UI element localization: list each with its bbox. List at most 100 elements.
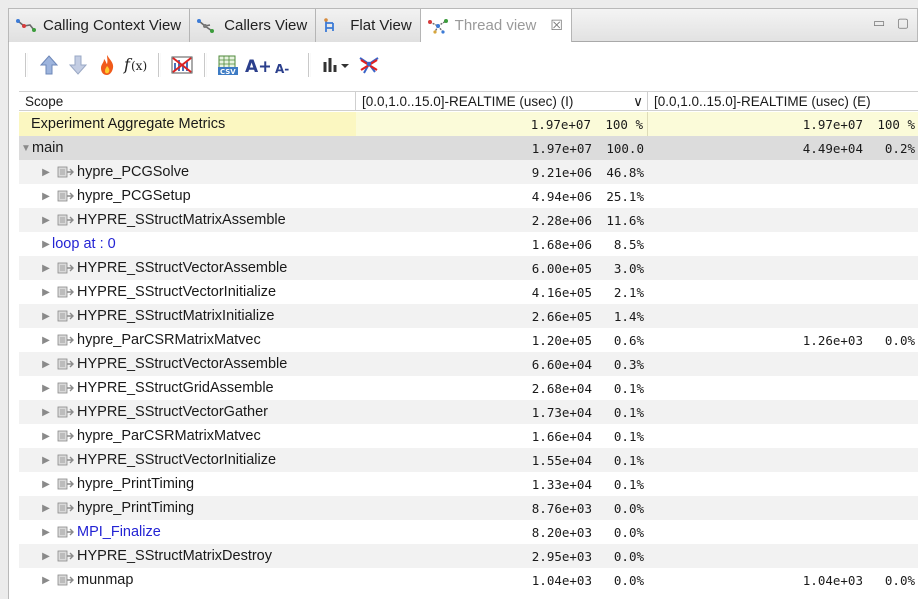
call-site-icon[interactable] bbox=[57, 573, 75, 587]
collapsed-triangle-icon[interactable]: ▶ bbox=[41, 215, 51, 226]
column-header-inclusive[interactable]: [0.0,1.0..15.0]-REALTIME (usec) (I) ∨ bbox=[356, 92, 648, 110]
inclusive-metric-cell: 1.97e+07 100.0 bbox=[356, 136, 648, 160]
toolbar-separator bbox=[158, 53, 161, 77]
table-row[interactable]: ▶ loop at : 0 1.68e+06 8.5% bbox=[19, 232, 918, 256]
call-site-icon[interactable] bbox=[57, 405, 75, 419]
font-decrease-icon[interactable]: A- bbox=[273, 52, 299, 78]
table-row[interactable]: ▶ HYPRE_SStructVectorGather 1.73e+04 0.1% bbox=[19, 400, 918, 424]
csv-export-icon[interactable]: CSV bbox=[215, 52, 241, 78]
tab-calling-context-view[interactable]: Calling Context View bbox=[9, 9, 191, 42]
table-row[interactable]: ▶ HYPRE_SStructMatrixDestroy 2.95e+03 0.0% bbox=[19, 544, 918, 568]
zoom-out-down-arrow-icon[interactable] bbox=[65, 52, 91, 78]
metric-percent: 2.1% bbox=[613, 284, 644, 300]
call-site-icon[interactable] bbox=[57, 213, 75, 227]
scope-label[interactable]: loop at : 0 bbox=[52, 236, 116, 252]
column-header-scope[interactable]: Scope bbox=[19, 92, 356, 110]
table-row[interactable]: ▶ hypre_PCGSolve 9.21e+06 46.8% bbox=[19, 160, 918, 184]
collapsed-triangle-icon[interactable]: ▶ bbox=[41, 239, 51, 250]
collapsed-triangle-icon[interactable]: ▶ bbox=[41, 191, 51, 202]
call-site-icon[interactable] bbox=[57, 477, 75, 491]
call-site-icon[interactable] bbox=[57, 549, 75, 563]
scope-label: HYPRE_SStructGridAssemble bbox=[77, 380, 274, 396]
toolbar: f (x) CSV A+ A- bbox=[9, 42, 918, 88]
hot-path-flame-icon[interactable] bbox=[94, 52, 120, 78]
exclusive-metric-cell bbox=[648, 280, 918, 304]
call-site-icon[interactable] bbox=[57, 309, 75, 323]
tab-flat-view[interactable]: Flat View bbox=[316, 9, 421, 42]
collapsed-triangle-icon[interactable]: ▶ bbox=[41, 263, 51, 274]
collapsed-triangle-icon[interactable]: ▶ bbox=[41, 455, 51, 466]
table-row[interactable]: ▶ hypre_PrintTiming 1.33e+04 0.1% bbox=[19, 472, 918, 496]
table-row[interactable]: ▶ HYPRE_SStructGridAssemble 2.68e+04 0.1% bbox=[19, 376, 918, 400]
table-row[interactable]: ▶ HYPRE_SStructVectorAssemble 6.00e+05 3.0% bbox=[19, 256, 918, 280]
tab-thread-view[interactable]: Thread view ☒ bbox=[420, 9, 572, 42]
aggregate-metrics-row[interactable]: Experiment Aggregate Metrics 1.97e+07 100 … bbox=[19, 112, 918, 136]
metric-value: 1.04e+03 bbox=[531, 572, 592, 588]
call-site-icon[interactable] bbox=[57, 285, 75, 299]
call-site-icon[interactable] bbox=[57, 501, 75, 515]
metric-percent: 3.0% bbox=[613, 260, 644, 276]
table-row[interactable]: ▶ hypre_ParCSRMatrixMatvec 1.20e+05 0.6% 1.2… bbox=[19, 328, 918, 352]
collapsed-triangle-icon[interactable]: ▶ bbox=[41, 503, 51, 514]
zoom-in-up-arrow-icon[interactable] bbox=[36, 52, 62, 78]
calling-context-icon bbox=[16, 18, 36, 32]
derived-metric-fx-icon[interactable]: f (x) bbox=[123, 52, 149, 78]
call-site-icon[interactable] bbox=[57, 357, 75, 371]
scope-tree-table: Experiment Aggregate Metrics 1.97e+07 100 … bbox=[19, 112, 918, 592]
call-site-icon[interactable] bbox=[57, 165, 75, 179]
table-row[interactable]: ▶ hypre_PCGSetup 4.94e+06 25.1% bbox=[19, 184, 918, 208]
minimize-maximize-icon[interactable]: ▭ ▢ bbox=[873, 15, 913, 31]
collapsed-triangle-icon[interactable]: ▶ bbox=[41, 431, 51, 442]
scope-label[interactable]: MPI_Finalize bbox=[77, 524, 161, 540]
collapsed-triangle-icon[interactable]: ▶ bbox=[41, 575, 51, 586]
metric-value: 2.66e+05 bbox=[531, 308, 592, 324]
table-row[interactable]: ▶ hypre_ParCSRMatrixMatvec 1.66e+04 0.1% bbox=[19, 424, 918, 448]
metric-percent: 1.4% bbox=[613, 308, 644, 324]
collapsed-triangle-icon[interactable]: ▶ bbox=[41, 527, 51, 538]
collapsed-triangle-icon[interactable]: ▶ bbox=[41, 551, 51, 562]
scope-label: hypre_ParCSRMatrixMatvec bbox=[77, 332, 261, 348]
collapsed-triangle-icon[interactable]: ▶ bbox=[41, 479, 51, 490]
call-site-icon[interactable] bbox=[57, 453, 75, 467]
table-row[interactable]: ▶ HYPRE_SStructVectorInitialize 1.55e+04 0.… bbox=[19, 448, 918, 472]
column-header-label: Scope bbox=[25, 94, 64, 109]
filter-metrics-icon[interactable] bbox=[169, 52, 195, 78]
close-tab-icon[interactable]: ☒ bbox=[550, 17, 563, 34]
metric-percent: 100.0 bbox=[606, 140, 644, 156]
collapsed-triangle-icon[interactable]: ▶ bbox=[41, 383, 51, 394]
call-site-icon[interactable] bbox=[57, 381, 75, 395]
table-row[interactable]: ▶ HYPRE_SStructVectorInitialize 4.16e+05 2.… bbox=[19, 280, 918, 304]
table-row[interactable]: ▶ hypre_PrintTiming 8.76e+03 0.0% bbox=[19, 496, 918, 520]
collapsed-triangle-icon[interactable]: ▶ bbox=[41, 407, 51, 418]
scope-cell: ▶ HYPRE_SStructMatrixInitialize bbox=[19, 304, 356, 328]
collapsed-triangle-icon[interactable]: ▶ bbox=[41, 335, 51, 346]
table-row[interactable]: ▶ munmap 1.04e+03 0.0% 1.04e+03 0.0% bbox=[19, 568, 918, 592]
scope-cell: ▶ hypre_PrintTiming bbox=[19, 496, 356, 520]
expanded-triangle-icon[interactable]: ▼ bbox=[21, 143, 31, 154]
scope-label: Experiment Aggregate Metrics bbox=[31, 116, 226, 132]
metric-value: 6.60e+04 bbox=[531, 356, 592, 372]
thread-select-icon[interactable] bbox=[356, 52, 382, 78]
table-row[interactable]: ▶ HYPRE_SStructVectorAssemble 6.60e+04 0.3% bbox=[19, 352, 918, 376]
collapsed-triangle-icon[interactable]: ▶ bbox=[41, 311, 51, 322]
table-row[interactable]: ▼ main 1.97e+07 100.0 4.49e+04 0.2% bbox=[19, 136, 918, 160]
call-site-icon[interactable] bbox=[57, 525, 75, 539]
column-header-exclusive[interactable]: [0.0,1.0..15.0]-REALTIME (usec) (E) bbox=[648, 92, 918, 110]
call-site-icon[interactable] bbox=[57, 189, 75, 203]
font-increase-icon[interactable]: A+ bbox=[244, 52, 270, 78]
table-row[interactable]: ▶ HYPRE_SStructMatrixInitialize 2.66e+05 1.… bbox=[19, 304, 918, 328]
collapsed-triangle-icon[interactable]: ▶ bbox=[41, 359, 51, 370]
call-site-icon[interactable] bbox=[57, 429, 75, 443]
graph-bars-icon[interactable] bbox=[319, 52, 353, 78]
inclusive-metric-cell: 1.68e+06 8.5% bbox=[356, 232, 648, 256]
metric-value: 1.26e+03 bbox=[802, 332, 863, 348]
inclusive-metric-cell: 4.94e+06 25.1% bbox=[356, 184, 648, 208]
collapsed-triangle-icon[interactable]: ▶ bbox=[41, 167, 51, 178]
table-row[interactable]: ▶ MPI_Finalize 8.20e+03 0.0% bbox=[19, 520, 918, 544]
call-site-icon[interactable] bbox=[57, 333, 75, 347]
table-row[interactable]: ▶ HYPRE_SStructMatrixAssemble 2.28e+06 11.6… bbox=[19, 208, 918, 232]
sort-descending-icon: ∨ bbox=[633, 94, 643, 109]
collapsed-triangle-icon[interactable]: ▶ bbox=[41, 287, 51, 298]
call-site-icon[interactable] bbox=[57, 261, 75, 275]
tab-callers-view[interactable]: Callers View bbox=[190, 9, 317, 42]
